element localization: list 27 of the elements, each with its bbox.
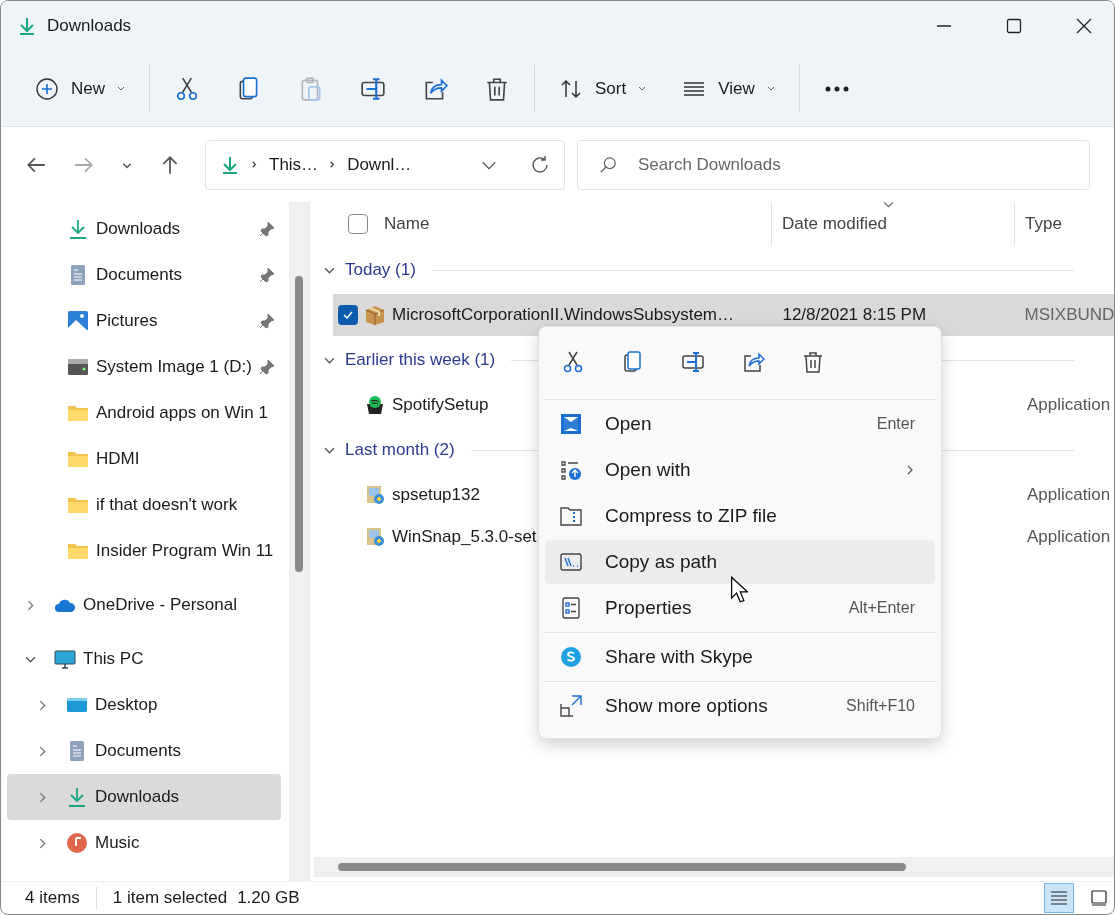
selection-info: 1 item selected — [112, 888, 228, 908]
nav-label: System Image 1 (D:) — [96, 357, 252, 377]
file-name: WinSnap_5.3.0-set — [392, 527, 537, 547]
nav-label: Documents — [96, 265, 182, 285]
nav-label: OneDrive - Personal — [83, 595, 237, 615]
nav-label: Music — [95, 833, 140, 853]
nav-label: Android apps on Win 1 — [96, 403, 268, 423]
type-cell-text: Application — [1026, 395, 1111, 415]
nav-label: This PC — [83, 649, 144, 669]
nav-label: if that doesn't work — [96, 495, 238, 515]
item-count: 4 items — [25, 888, 80, 908]
nav-label: Downloads — [96, 219, 181, 239]
nav-label: HDMI — [96, 449, 140, 469]
type-cell-text: Application — [1026, 485, 1111, 505]
selection-size: 1.20 GB — [237, 888, 300, 908]
nav-label: Desktop — [95, 695, 158, 715]
nav-label: Insider Program Win 11 — [96, 541, 274, 561]
nav-label: Documents — [95, 741, 181, 761]
nav-label: Downloads — [95, 787, 180, 807]
type-cell-text: Application — [1026, 527, 1111, 547]
file-name: SpotifySetup — [392, 395, 489, 415]
nav-label: Pictures — [96, 311, 158, 331]
date-cell-text: 12/8/2021 8:15 PM — [781, 305, 928, 325]
type-cell-text: MSIXBUND — [1023, 305, 1114, 325]
file-name: spsetup132 — [392, 485, 480, 505]
window-title: Downloads — [47, 16, 132, 36]
file-name: MicrosoftCorporationII.WindowsSubsystem… — [392, 305, 734, 325]
